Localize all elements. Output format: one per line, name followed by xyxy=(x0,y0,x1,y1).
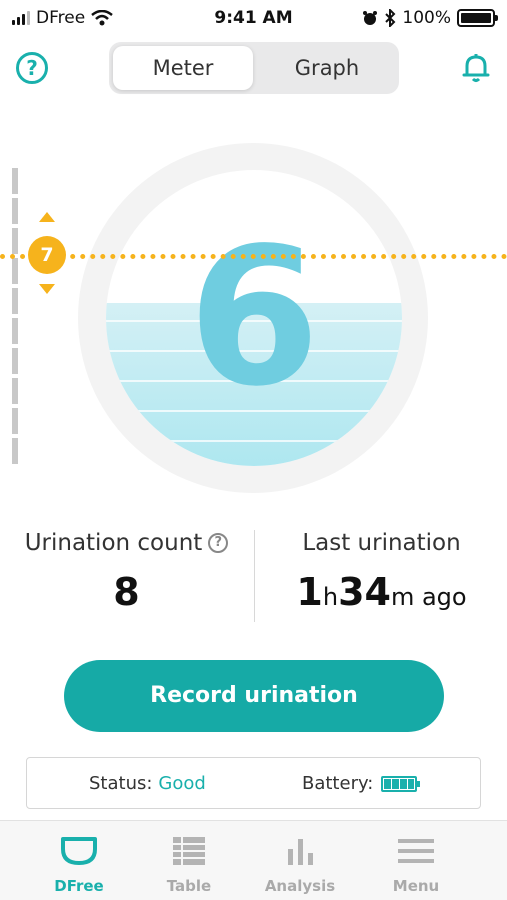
table-icon xyxy=(173,837,205,865)
scale-tick xyxy=(12,198,18,224)
threshold-down-arrow-icon[interactable] xyxy=(39,284,55,294)
record-urination-button[interactable]: Record urination xyxy=(64,660,444,732)
dfree-icon xyxy=(61,837,97,865)
urination-count-label: Urination count xyxy=(24,530,203,556)
info-icon[interactable]: ? xyxy=(208,533,229,553)
view-segmented-control: Meter Graph xyxy=(109,42,399,94)
tab-graph[interactable]: Graph xyxy=(257,46,397,90)
bar-chart-icon xyxy=(288,839,313,865)
hamburger-icon xyxy=(398,839,434,863)
threshold-up-arrow-icon[interactable] xyxy=(39,212,55,222)
bladder-level-value: 6 xyxy=(187,207,321,428)
scale-tick xyxy=(12,168,18,194)
urination-count-value: 8 xyxy=(113,570,140,614)
battery-icon xyxy=(457,9,498,27)
last-urination-panel: Last urination 1h34m ago xyxy=(255,530,507,614)
status-value: Good xyxy=(158,773,206,794)
scale-tick xyxy=(12,348,18,374)
scale-tick xyxy=(12,318,18,344)
tab-menu[interactable]: Menu xyxy=(361,821,471,900)
tab-dfree-label: DFree xyxy=(54,877,104,895)
scale-tick xyxy=(12,378,18,404)
tab-table-label: Table xyxy=(166,877,212,895)
tab-menu-label: Menu xyxy=(392,877,440,895)
scale-tick xyxy=(12,228,18,254)
last-urination-minutes: 34 xyxy=(338,570,391,614)
last-urination-label: Last urination xyxy=(302,530,461,556)
tab-dfree[interactable]: DFree xyxy=(24,821,134,900)
threshold-handle[interactable]: 7 xyxy=(28,236,66,274)
help-icon[interactable]: ? xyxy=(16,52,48,84)
status-label: Status: xyxy=(89,773,153,794)
scale-tick xyxy=(12,288,18,314)
scale-tick xyxy=(12,258,18,284)
tab-meter[interactable]: Meter xyxy=(113,46,253,90)
bluetooth-icon xyxy=(385,9,396,27)
scale-tick xyxy=(12,408,18,434)
battery-percent: 100% xyxy=(402,8,451,28)
scale-tick xyxy=(12,438,18,464)
tab-table[interactable]: Table xyxy=(134,821,244,900)
status-bar-right: 100% xyxy=(362,8,498,28)
battery-label: Battery: xyxy=(302,773,374,794)
alarm-icon xyxy=(363,11,378,25)
tab-analysis-label: Analysis xyxy=(264,877,336,895)
device-status-box: Status: Good Battery: xyxy=(26,757,481,809)
last-urination-value: 1h34m ago xyxy=(255,570,507,614)
urination-count-panel: Urination count ? 8 xyxy=(0,530,253,614)
hours-unit: h xyxy=(322,583,339,611)
minutes-ago-unit: m ago xyxy=(390,583,467,611)
bottom-tab-bar: DFree Table Analysis Menu xyxy=(0,820,507,900)
tab-analysis[interactable]: Analysis xyxy=(245,821,355,900)
last-urination-hours: 1 xyxy=(296,570,323,614)
level-scale xyxy=(12,168,18,464)
notification-threshold-line xyxy=(0,254,507,259)
device-battery-icon xyxy=(381,775,421,792)
status-bar: DFree 9:41 AM 100% xyxy=(0,0,507,36)
bell-icon[interactable] xyxy=(458,50,494,86)
